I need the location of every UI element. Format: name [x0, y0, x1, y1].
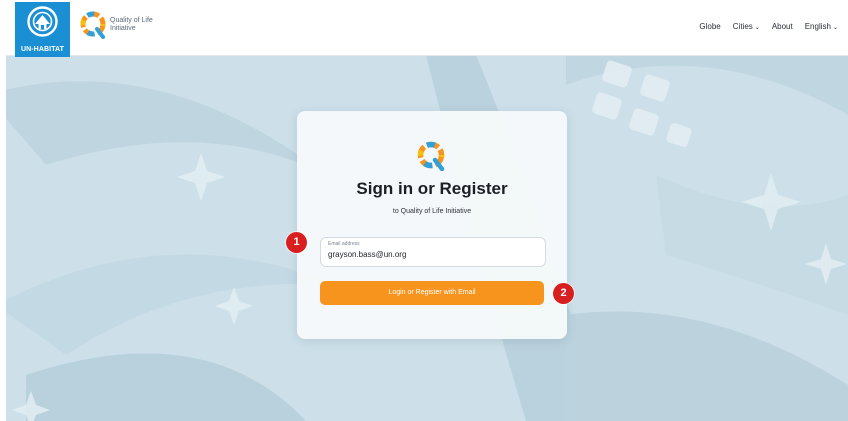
top-nav-bar: UN-HABITAT Quality of Life Initiative Gl…: [6, 0, 848, 57]
nav-item-label: English: [804, 22, 831, 31]
nav-item-cities[interactable]: Cities ⌄: [733, 22, 760, 31]
product-name: Quality of Life Initiative: [110, 17, 170, 33]
nav-item-globe[interactable]: Globe: [699, 22, 720, 31]
login-register-button[interactable]: Login or Register with Email: [320, 281, 544, 305]
card-title: Sign in or Register: [356, 179, 508, 198]
chevron-down-icon: ⌄: [754, 25, 760, 31]
un-habitat-logo[interactable]: UN-HABITAT: [15, 2, 70, 57]
step-marker-2: 2: [553, 283, 574, 304]
step-marker-1: 1: [286, 232, 307, 253]
card-subtitle: to Quality of Life Initiative: [392, 208, 472, 215]
nav-item-about[interactable]: About: [772, 22, 793, 31]
product-name-line1: Quality of Life: [110, 17, 153, 24]
qol-logo-icon[interactable]: [79, 11, 107, 39]
email-input[interactable]: [328, 250, 528, 259]
email-field[interactable]: Email address: [320, 237, 546, 267]
un-habitat-emblem-icon: [27, 6, 58, 37]
main-nav: Globe Cities ⌄ About English ⌄: [699, 22, 838, 31]
left-margin: [0, 55, 6, 421]
qol-logo-icon: [417, 141, 445, 171]
product-name-line2: Initiative: [110, 25, 136, 32]
login-card: Sign in or Register to Quality of Life I…: [297, 111, 567, 339]
nav-item-label: About: [771, 22, 793, 31]
page: UN-HABITAT Quality of Life Initiative Gl…: [0, 0, 848, 421]
nav-item-label: Globe: [699, 22, 721, 31]
language-selector[interactable]: English ⌄: [805, 22, 838, 31]
chevron-down-icon: ⌄: [832, 25, 838, 31]
email-field-label: Email address: [328, 241, 360, 247]
nav-item-label: Cities: [732, 22, 753, 31]
org-logo-text: UN-HABITAT: [20, 46, 65, 53]
